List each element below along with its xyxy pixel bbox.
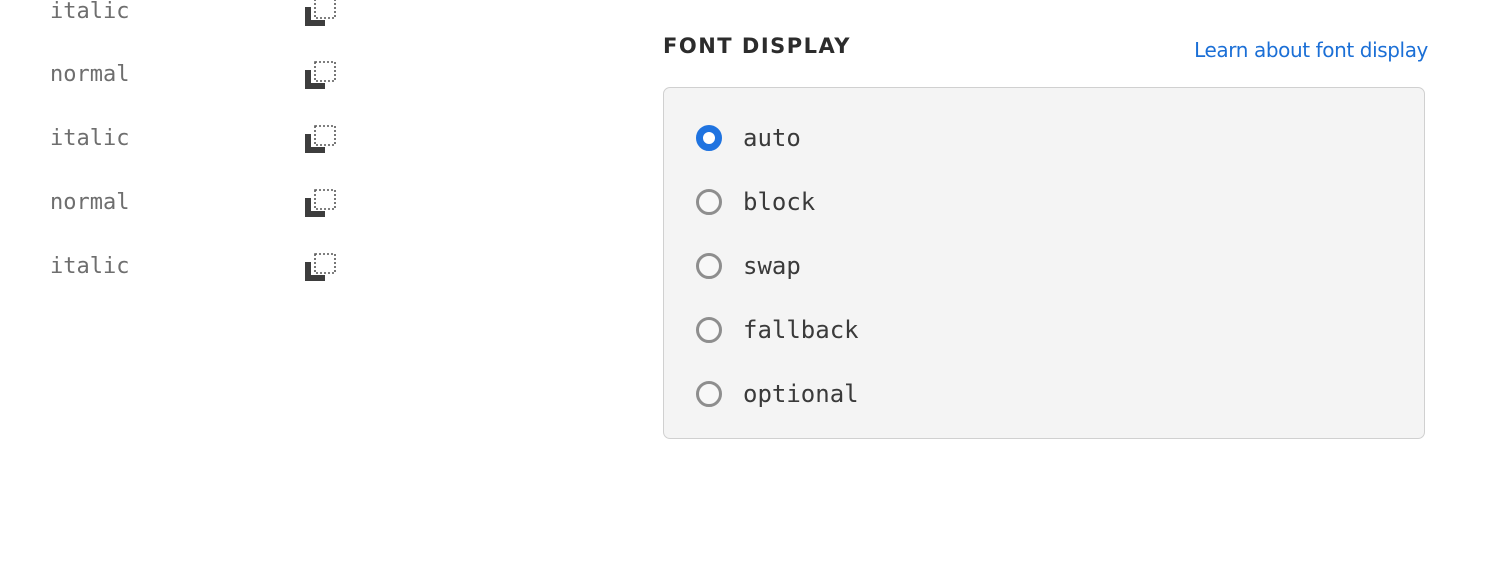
radio-button[interactable] [696,381,722,407]
font-style-row: normal [50,188,350,218]
radio-button[interactable] [696,189,722,215]
radio-button[interactable] [696,253,722,279]
copy-icon[interactable] [303,61,337,91]
font-style-row: italic [50,124,350,154]
option-block[interactable]: block [696,186,1096,218]
option-auto[interactable]: auto [696,122,1096,154]
learn-font-display-link[interactable]: Learn about font display [1194,38,1428,62]
radio-button[interactable] [696,317,722,343]
font-style-row: italic [50,252,350,282]
font-display-options: auto block swap fallback optional [663,87,1425,439]
copy-icon[interactable] [303,125,337,155]
option-swap[interactable]: swap [696,250,1096,282]
font-style-label: italic [50,126,130,151]
font-style-row: italic [50,0,350,27]
option-label: block [743,188,816,216]
font-display-title: FONT DISPLAY [663,34,851,58]
font-style-row: normal [50,60,350,90]
copy-icon[interactable] [303,0,337,28]
option-label: auto [743,124,801,152]
font-style-label: italic [50,0,130,24]
copy-icon[interactable] [303,189,337,219]
option-label: optional [743,380,859,408]
option-label: fallback [743,316,859,344]
option-fallback[interactable]: fallback [696,314,1096,346]
font-style-label: normal [50,190,130,215]
option-label: swap [743,252,801,280]
font-style-label: normal [50,62,130,87]
copy-icon[interactable] [303,253,337,283]
font-style-label: italic [50,254,130,279]
option-optional[interactable]: optional [696,378,1096,410]
radio-button-checked[interactable] [696,125,722,151]
